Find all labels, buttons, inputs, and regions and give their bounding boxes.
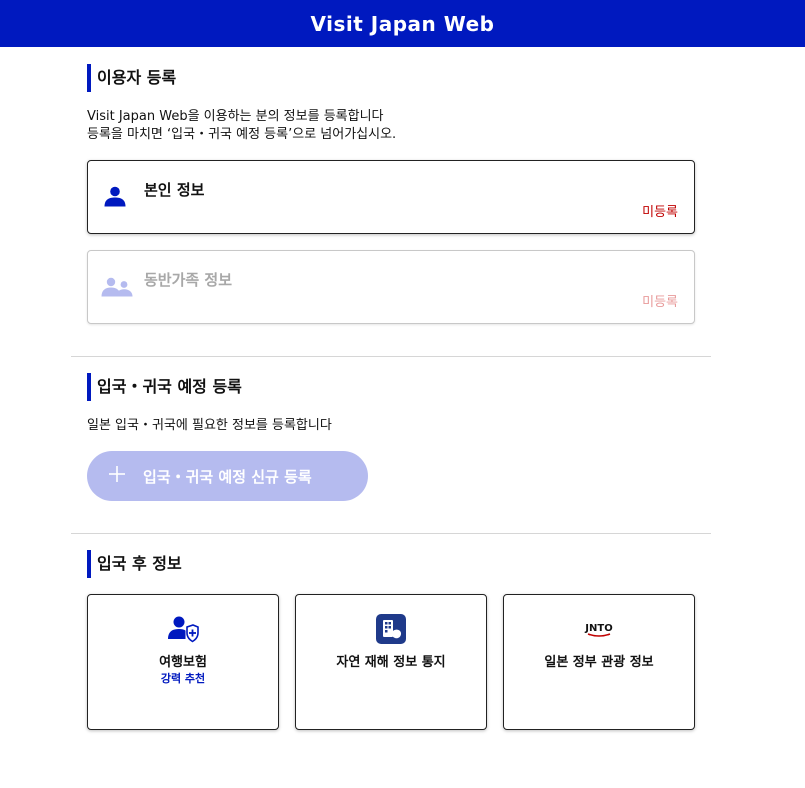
section-divider: [71, 356, 711, 357]
jnto-logo-text: JNTO: [584, 623, 612, 634]
family-info-status: 미등록: [642, 295, 678, 310]
app-title: Visit Japan Web: [310, 11, 495, 36]
disaster-info-tile[interactable]: 자연 재해 정보 통지: [295, 594, 487, 730]
family-icon: [101, 277, 133, 301]
new-entry-registration-button[interactable]: 입국・귀국 예정 신규 등록: [87, 451, 368, 501]
tourism-info-tile[interactable]: JNTO 일본 정부 관광 정보: [503, 594, 695, 730]
entry-registration-description: 일본 입국・귀국에 필요한 정보를 등록합니다: [87, 418, 332, 433]
jnto-logo-icon: JNTO: [504, 613, 694, 645]
family-info-card[interactable]: 동반가족 정보 미등록: [87, 250, 695, 324]
tourism-info-label: 일본 정부 관광 정보: [544, 655, 654, 670]
family-info-label: 동반가족 정보: [144, 271, 233, 289]
person-icon: [104, 185, 126, 211]
disaster-info-label: 자연 재해 정보 통지: [336, 655, 446, 670]
travel-insurance-sublabel: 강력 추천: [160, 672, 206, 685]
disaster-app-icon: [296, 613, 486, 645]
self-info-card[interactable]: 본인 정보 미등록: [87, 160, 695, 234]
app-header: Visit Japan Web: [0, 0, 805, 47]
self-info-status: 미등록: [642, 205, 678, 220]
description-line-1: Visit Japan Web을 이용하는 분의 정보를 등록합니다: [87, 109, 384, 124]
section-title-entry-registration: 입국・귀국 예정 등록: [87, 373, 242, 401]
section-title-after-entry: 입국 후 정보: [87, 550, 182, 578]
plus-icon: [109, 465, 125, 487]
description-line-2: 등록을 마치면 ‘입국・귀국 예정 등록’으로 넘어가십시오.: [87, 127, 397, 142]
insurance-person-shield-icon: [88, 613, 278, 645]
user-registration-description: Visit Japan Web을 이용하는 분의 정보를 등록합니다 등록을 마…: [87, 108, 396, 144]
section-divider: [71, 533, 711, 534]
self-info-label: 본인 정보: [144, 181, 205, 199]
section-title-user-registration: 이용자 등록: [87, 64, 176, 92]
travel-insurance-label: 여행보험: [159, 655, 207, 670]
travel-insurance-tile[interactable]: 여행보험 강력 추천: [87, 594, 279, 730]
new-entry-registration-label: 입국・귀국 예정 신규 등록: [143, 467, 312, 486]
